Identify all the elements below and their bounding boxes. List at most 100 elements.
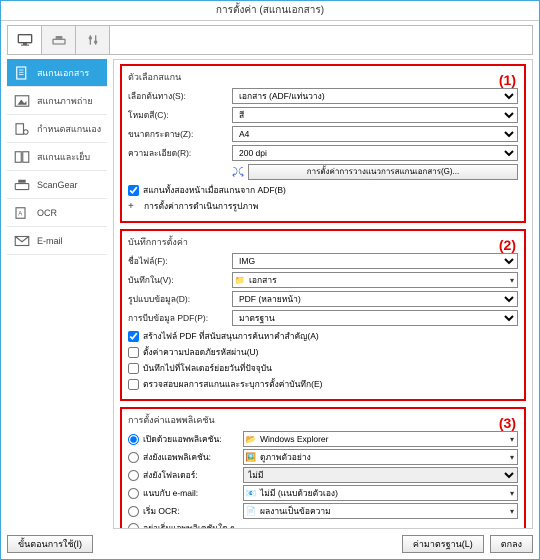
data-format-select[interactable]: PDF (หลายหน้า) — [232, 291, 518, 307]
sidebar-item-label: OCR — [37, 208, 57, 218]
content-area: สแกนเอกสาร สแกนภาพถ่าย กำหนดสแกนเอง สแกน… — [1, 21, 539, 559]
send-to-folder-radio[interactable] — [128, 470, 139, 481]
main-body: สแกนเอกสาร สแกนภาพถ่าย กำหนดสแกนเอง สแกน… — [7, 59, 533, 529]
attach-email-select[interactable]: 📧ไม่มี (แนบด้วยตัวเอง) — [243, 485, 518, 501]
pdf-security-label: ตั้งค่าความปลอดภัยรหัสผ่าน(U) — [143, 345, 259, 359]
check-results-label: ตรวจสอบผลการสแกนและระบุการตั้งค่าบันทึก(… — [143, 377, 323, 391]
sidebar-item-label: E-mail — [37, 236, 63, 246]
searchable-pdf-checkbox[interactable] — [128, 331, 139, 342]
sidebar-item-label: กำหนดสแกนเอง — [37, 122, 101, 136]
ocr-icon: A — [11, 204, 33, 222]
tab-scan-from-device[interactable] — [42, 26, 76, 54]
settings-window: การตั้งค่า (สแกนเอกสาร) สแกนเอกสาร — [0, 0, 540, 560]
group-title: ตัวเลือกสแกน — [128, 70, 518, 84]
open-with-select[interactable]: 📂Windows Explorer — [243, 431, 518, 447]
group-title: การตั้งค่าแอพพลิเคชัน — [128, 413, 518, 427]
save-folder-label: บันทึกใน(V): — [128, 273, 228, 287]
save-folder-value: เอกสาร — [247, 273, 517, 287]
sidebar-item-ocr[interactable]: A OCR — [7, 199, 107, 227]
annotation-2: (2) — [499, 237, 516, 253]
orientation-swap-icon[interactable]: ⤸⤹ — [232, 167, 244, 178]
sidebar-item-photo[interactable]: สแกนภาพถ่าย — [7, 87, 107, 115]
no-app-label: อย่าเริ่มแอพพลิเคชันใด ๆ — [143, 521, 235, 529]
filename-label: ชื่อไฟล์(F): — [128, 254, 228, 268]
searchable-pdf-label: สร้างไฟล์ PDF ที่สนับสนุนการค้นหาคำสำคัญ… — [143, 329, 319, 343]
date-subfolder-checkbox[interactable] — [128, 363, 139, 374]
folder-icon: 📁 — [233, 275, 247, 286]
filename-input[interactable]: IMG — [232, 253, 518, 269]
window-title: การตั้งค่า (สแกนเอกสาร) — [216, 3, 324, 18]
sidebar-item-label: ScanGear — [37, 180, 78, 190]
svg-text:A: A — [18, 211, 22, 217]
start-ocr-radio[interactable] — [128, 506, 139, 517]
open-with-radio[interactable] — [128, 434, 139, 445]
instructions-button[interactable]: ขั้นตอนการใช้(I) — [7, 535, 93, 553]
group-save-settings: (2) บันทึกการตั้งค่า ชื่อไฟล์(F): IMG บั… — [120, 229, 526, 401]
adf-duplex-label: สแกนทั้งสองหน้าเมื่อสแกนจาก ADF(B) — [143, 183, 286, 197]
adf-duplex-checkbox[interactable] — [128, 185, 139, 196]
date-subfolder-label: บันทึกไปที่โฟลเดอร์ย่อยวันที่ปัจจุบัน — [143, 361, 272, 375]
scangear-icon — [11, 176, 33, 194]
source-label: เลือกต้นทาง(S): — [128, 89, 228, 103]
pdf-compression-label: การบีบข้อมูล PDF(P): — [128, 311, 228, 325]
sliders-icon — [85, 33, 101, 47]
size-label: ขนาดกระดาษ(Z): — [128, 127, 228, 141]
document-icon — [11, 64, 33, 82]
pdf-security-checkbox[interactable] — [128, 347, 139, 358]
stitch-icon — [11, 148, 33, 166]
sidebar: สแกนเอกสาร สแกนภาพถ่าย กำหนดสแกนเอง สแกน… — [7, 59, 107, 529]
format-label: รูปแบบข้อมูล(D): — [128, 292, 228, 306]
annotation-3: (3) — [499, 415, 516, 431]
image-processing-label: การตั้งค่าการดำเนินการรูปภาพ — [144, 199, 258, 213]
sidebar-item-email[interactable]: E-mail — [7, 227, 107, 255]
title-bar: การตั้งค่า (สแกนเอกสาร) — [1, 1, 539, 21]
send-to-folder-label: ส่งยังโฟลเดอร์: — [143, 468, 239, 482]
text-output-icon: 📄 — [244, 506, 258, 517]
resolution-select[interactable]: 200 dpi — [232, 145, 518, 161]
source-select[interactable]: เอกสาร (ADF/แท่นวาง) — [232, 88, 518, 104]
attach-email-radio[interactable] — [128, 488, 139, 499]
group-scan-options: (1) ตัวเลือกสแกน เลือกต้นทาง(S): เอกสาร … — [120, 64, 526, 223]
photo-icon — [11, 92, 33, 110]
expand-icon[interactable]: + — [128, 201, 140, 212]
attach-email-label: แนบกับ e-mail: — [143, 486, 239, 500]
attach-email-value: ไม่มี (แนบด้วยตัวเอง) — [258, 486, 517, 500]
send-to-app-select[interactable]: 🖼️ดูภาพตัวอย่าง — [243, 449, 518, 465]
email-icon — [11, 232, 33, 250]
top-tab-bar — [7, 25, 533, 55]
paper-size-select[interactable]: A4 — [232, 126, 518, 142]
sidebar-item-label: สแกนภาพถ่าย — [37, 94, 93, 108]
ok-button[interactable]: ตกลง — [490, 535, 533, 553]
custom-icon — [11, 120, 33, 138]
send-to-folder-select[interactable]: ไม่มี — [243, 467, 518, 483]
save-folder-select[interactable]: 📁 เอกสาร — [232, 272, 518, 288]
settings-panel: (1) ตัวเลือกสแกน เลือกต้นทาง(S): เอกสาร … — [113, 59, 533, 529]
tab-general-settings[interactable] — [76, 26, 110, 54]
sidebar-item-label: สแกนและเย็บ — [37, 150, 90, 164]
sidebar-item-custom[interactable]: กำหนดสแกนเอง — [7, 115, 107, 143]
start-ocr-select[interactable]: 📄ผลงานเป็นข้อความ — [243, 503, 518, 519]
scanner-icon — [51, 33, 67, 47]
check-results-checkbox[interactable] — [128, 379, 139, 390]
color-mode-select[interactable]: สี — [232, 107, 518, 123]
annotation-1: (1) — [499, 72, 516, 88]
sidebar-item-scangear[interactable]: ScanGear — [7, 171, 107, 199]
explorer-icon: 📂 — [244, 434, 258, 445]
pdf-compression-select[interactable]: มาตรฐาน — [232, 310, 518, 326]
defaults-button[interactable]: ค่ามาตรฐาน(L) — [402, 535, 484, 553]
sidebar-item-label: สแกนเอกสาร — [37, 66, 89, 80]
send-to-app-value: ดูภาพตัวอย่าง — [258, 450, 517, 464]
group-title: บันทึกการตั้งค่า — [128, 235, 518, 249]
sidebar-item-stitch[interactable]: สแกนและเย็บ — [7, 143, 107, 171]
preview-icon: 🖼️ — [244, 452, 258, 463]
sidebar-item-document[interactable]: สแกนเอกสาร — [7, 59, 107, 87]
send-to-app-radio[interactable] — [128, 452, 139, 463]
tab-scan-from-computer[interactable] — [8, 26, 42, 54]
start-ocr-value: ผลงานเป็นข้อความ — [258, 504, 517, 518]
orientation-settings-button[interactable]: การตั้งค่าการวางแนวการสแกนเอกสาร(G)... — [248, 164, 518, 180]
mail-icon: 📧 — [244, 488, 258, 499]
monitor-icon — [17, 33, 33, 47]
open-with-value: Windows Explorer — [258, 434, 517, 444]
send-to-app-label: ส่งยังแอพพลิเคชัน: — [143, 450, 239, 464]
start-ocr-label: เริ่ม OCR: — [143, 504, 239, 518]
